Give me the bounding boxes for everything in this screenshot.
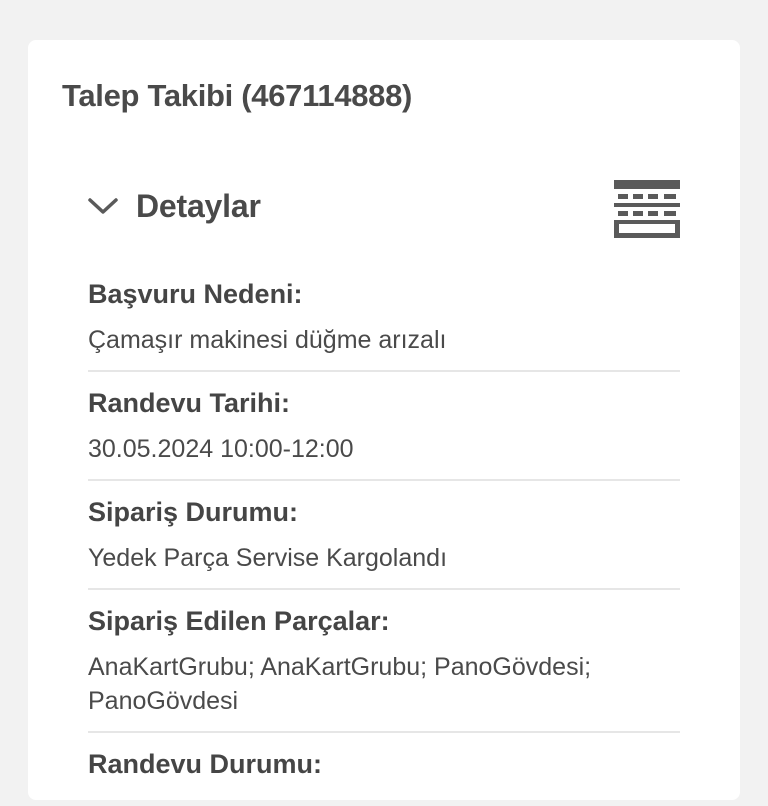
detail-value: 30.05.2024 10:00-12:00 <box>88 435 354 463</box>
detail-value: Çamaşır makinesi düğme arızalı <box>88 326 447 354</box>
detail-label: Randevu Tarihi: <box>88 388 291 418</box>
detail-row-appointment-status: Randevu Durumu: <box>88 733 680 806</box>
detail-label: Randevu Durumu: <box>88 749 323 779</box>
detail-row-order-status: Sipariş Durumu: Yedek Parça Servise Karg… <box>88 481 680 590</box>
request-tracking-card: Talep Takibi (467114888) Detaylar Başvur… <box>28 40 740 800</box>
section-title: Detaylar <box>136 187 261 224</box>
table-grid-icon[interactable] <box>614 174 680 240</box>
detail-value: AnaKartGrubu; AnaKartGrubu; PanoGövdesi;… <box>88 653 592 715</box>
detail-label: Sipariş Edilen Parçalar: <box>88 606 390 636</box>
detail-row-application-reason: Başvuru Nedeni: Çamaşır makinesi düğme a… <box>88 267 680 372</box>
detail-row-appointment-date: Randevu Tarihi: 30.05.2024 10:00-12:00 <box>88 372 680 481</box>
chevron-down-icon <box>88 198 118 214</box>
detail-value: Yedek Parça Servise Kargolandı <box>88 544 448 572</box>
page-title: Talep Takibi (467114888) <box>62 78 413 113</box>
detail-label: Sipariş Durumu: <box>88 497 299 527</box>
detail-row-ordered-parts: Sipariş Edilen Parçalar: AnaKartGrubu; A… <box>88 590 680 733</box>
detail-label: Başvuru Nedeni: <box>88 279 303 309</box>
details-section-toggle[interactable]: Detaylar <box>86 182 261 230</box>
details-list: Başvuru Nedeni: Çamaşır makinesi düğme a… <box>88 267 680 806</box>
